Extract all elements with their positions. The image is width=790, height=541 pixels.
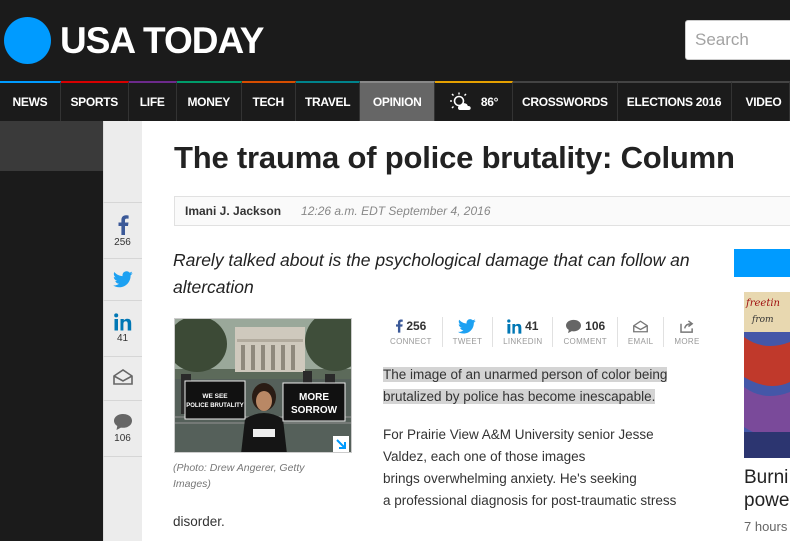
rail-facebook-share[interactable]: 256: [103, 202, 142, 258]
article-photo[interactable]: WE SEE POLICE BRUTALITY MORE SORROW: [174, 318, 352, 453]
story-thumbnail-image: freetin from: [744, 292, 790, 458]
right-rail-story-title[interactable]: Burni powe: [744, 466, 789, 512]
rail-divider: [103, 456, 142, 541]
share-comment-label: COMMENT: [563, 337, 607, 346]
highlighted-paragraph: The image of an unarmed person of color …: [383, 364, 703, 408]
svg-text:WE SEE: WE SEE: [202, 393, 228, 400]
story-title-line-1: Burni: [744, 467, 789, 488]
photo-caption: (Photo: Drew Angerer, Getty Images): [173, 462, 305, 490]
main-nav: NEWS SPORTS LIFE MONEY TECH TRAVEL OPINI…: [0, 81, 790, 121]
share-linkedin-label: LINKEDIN: [503, 337, 543, 346]
share-connect-button[interactable]: 256 CONNECT: [390, 317, 443, 347]
comment-icon: [566, 319, 582, 333]
linkedin-icon: [113, 313, 131, 331]
svg-text:SORROW: SORROW: [291, 405, 338, 416]
share-tweet-button[interactable]: TWEET: [443, 317, 494, 347]
nav-travel[interactable]: TRAVEL: [295, 81, 361, 121]
right-rail-header-bar: [734, 249, 790, 277]
svg-text:freetin: freetin: [745, 298, 780, 309]
share-comment-count: 106: [585, 319, 606, 333]
nav-elections-2016[interactable]: ELECTIONS 2016: [617, 81, 732, 121]
right-rail-story-image[interactable]: freetin from: [744, 292, 790, 458]
svg-text:MORE: MORE: [299, 392, 329, 403]
nav-life[interactable]: LIFE: [128, 81, 177, 121]
share-tweet-label: TWEET: [452, 337, 483, 346]
logo-circle[interactable]: [4, 17, 51, 64]
twitter-icon: [458, 318, 477, 333]
nav-tech[interactable]: TECH: [241, 81, 296, 121]
byline-date: 12:26 a.m. EDT September 4, 2016: [301, 204, 491, 218]
left-gutter-top: [0, 121, 103, 171]
article-headline: The trauma of police brutality: Column: [174, 140, 735, 175]
body-line-4: a professional diagnosis for post-trauma…: [383, 493, 677, 508]
rail-linkedin-share[interactable]: 41: [103, 300, 142, 356]
rail-email-share[interactable]: [103, 356, 142, 400]
share-more-label: MORE: [674, 337, 700, 346]
nav-sports[interactable]: SPORTS: [60, 81, 129, 121]
right-rail-story-time: 7 hours: [744, 519, 788, 534]
nav-opinion[interactable]: OPINION: [360, 81, 435, 121]
email-icon: [112, 369, 133, 385]
masthead: USA TODAY: [0, 0, 790, 81]
share-email-label: EMAIL: [627, 337, 654, 346]
nav-money[interactable]: MONEY: [176, 81, 242, 121]
rail-linkedin-count: 41: [116, 333, 129, 344]
share-email-button[interactable]: EMAIL: [618, 317, 665, 347]
twitter-icon: [112, 271, 133, 288]
body-paragraph-tail: disorder.: [173, 514, 225, 529]
rail-facebook-count: 256: [114, 237, 131, 248]
comment-icon: [113, 414, 132, 430]
share-comment-button[interactable]: 106 COMMENT: [553, 317, 618, 347]
byline-author[interactable]: Imani J. Jackson: [185, 204, 281, 218]
share-connect-count: 256: [406, 319, 427, 333]
left-gutter: [0, 121, 103, 541]
site-logo[interactable]: USA TODAY: [60, 20, 264, 62]
share-linkedin-button[interactable]: 41 LINKEDIN: [493, 317, 554, 347]
share-linkedin-count: 41: [525, 319, 539, 333]
rail-twitter-share[interactable]: [103, 258, 142, 300]
body-line-1: For Prairie View A&M University senior J…: [383, 427, 654, 442]
nav-weather[interactable]: 86°: [434, 81, 514, 121]
article-subhead: Rarely talked about is the psychological…: [173, 250, 690, 297]
byline: Imani J. Jackson 12:26 a.m. EDT Septembe…: [174, 196, 790, 226]
svg-text:from: from: [751, 315, 774, 325]
rail-comment-count: 106: [114, 433, 131, 444]
body-paragraph: For Prairie View A&M University senior J…: [383, 424, 713, 512]
body-line-3: brings overwhelming anxiety. He's seekin…: [383, 471, 637, 486]
facebook-icon: [396, 319, 404, 333]
search-box[interactable]: [685, 20, 790, 60]
nav-video[interactable]: VIDEO: [731, 81, 790, 121]
inline-share-bar: 256 CONNECT TWEET 41 LINKEDIN 106 COMMEN…: [390, 317, 710, 347]
share-more-button[interactable]: MORE: [664, 317, 709, 347]
body-line-2: Valdez, each one of those images: [383, 449, 586, 464]
facebook-icon: [118, 215, 129, 235]
nav-crosswords[interactable]: CROSSWORDS: [513, 81, 618, 121]
highlighted-text: The image of an unarmed person of color …: [383, 367, 668, 404]
share-connect-label: CONNECT: [390, 337, 432, 346]
search-input[interactable]: [686, 21, 790, 59]
email-icon: [633, 319, 649, 332]
svg-text:POLICE BRUTALITY: POLICE BRUTALITY: [186, 403, 244, 409]
story-title-line-2: powe: [744, 490, 790, 511]
weather-temp: 86°: [480, 95, 499, 109]
more-share-icon: [679, 319, 693, 333]
linkedin-icon: [507, 318, 522, 334]
protest-photo-image: WE SEE POLICE BRUTALITY MORE SORROW: [175, 319, 351, 452]
rail-comment-share[interactable]: 106: [103, 400, 142, 456]
weather-sun-cloud-icon: [449, 92, 471, 110]
nav-news[interactable]: NEWS: [0, 81, 61, 121]
